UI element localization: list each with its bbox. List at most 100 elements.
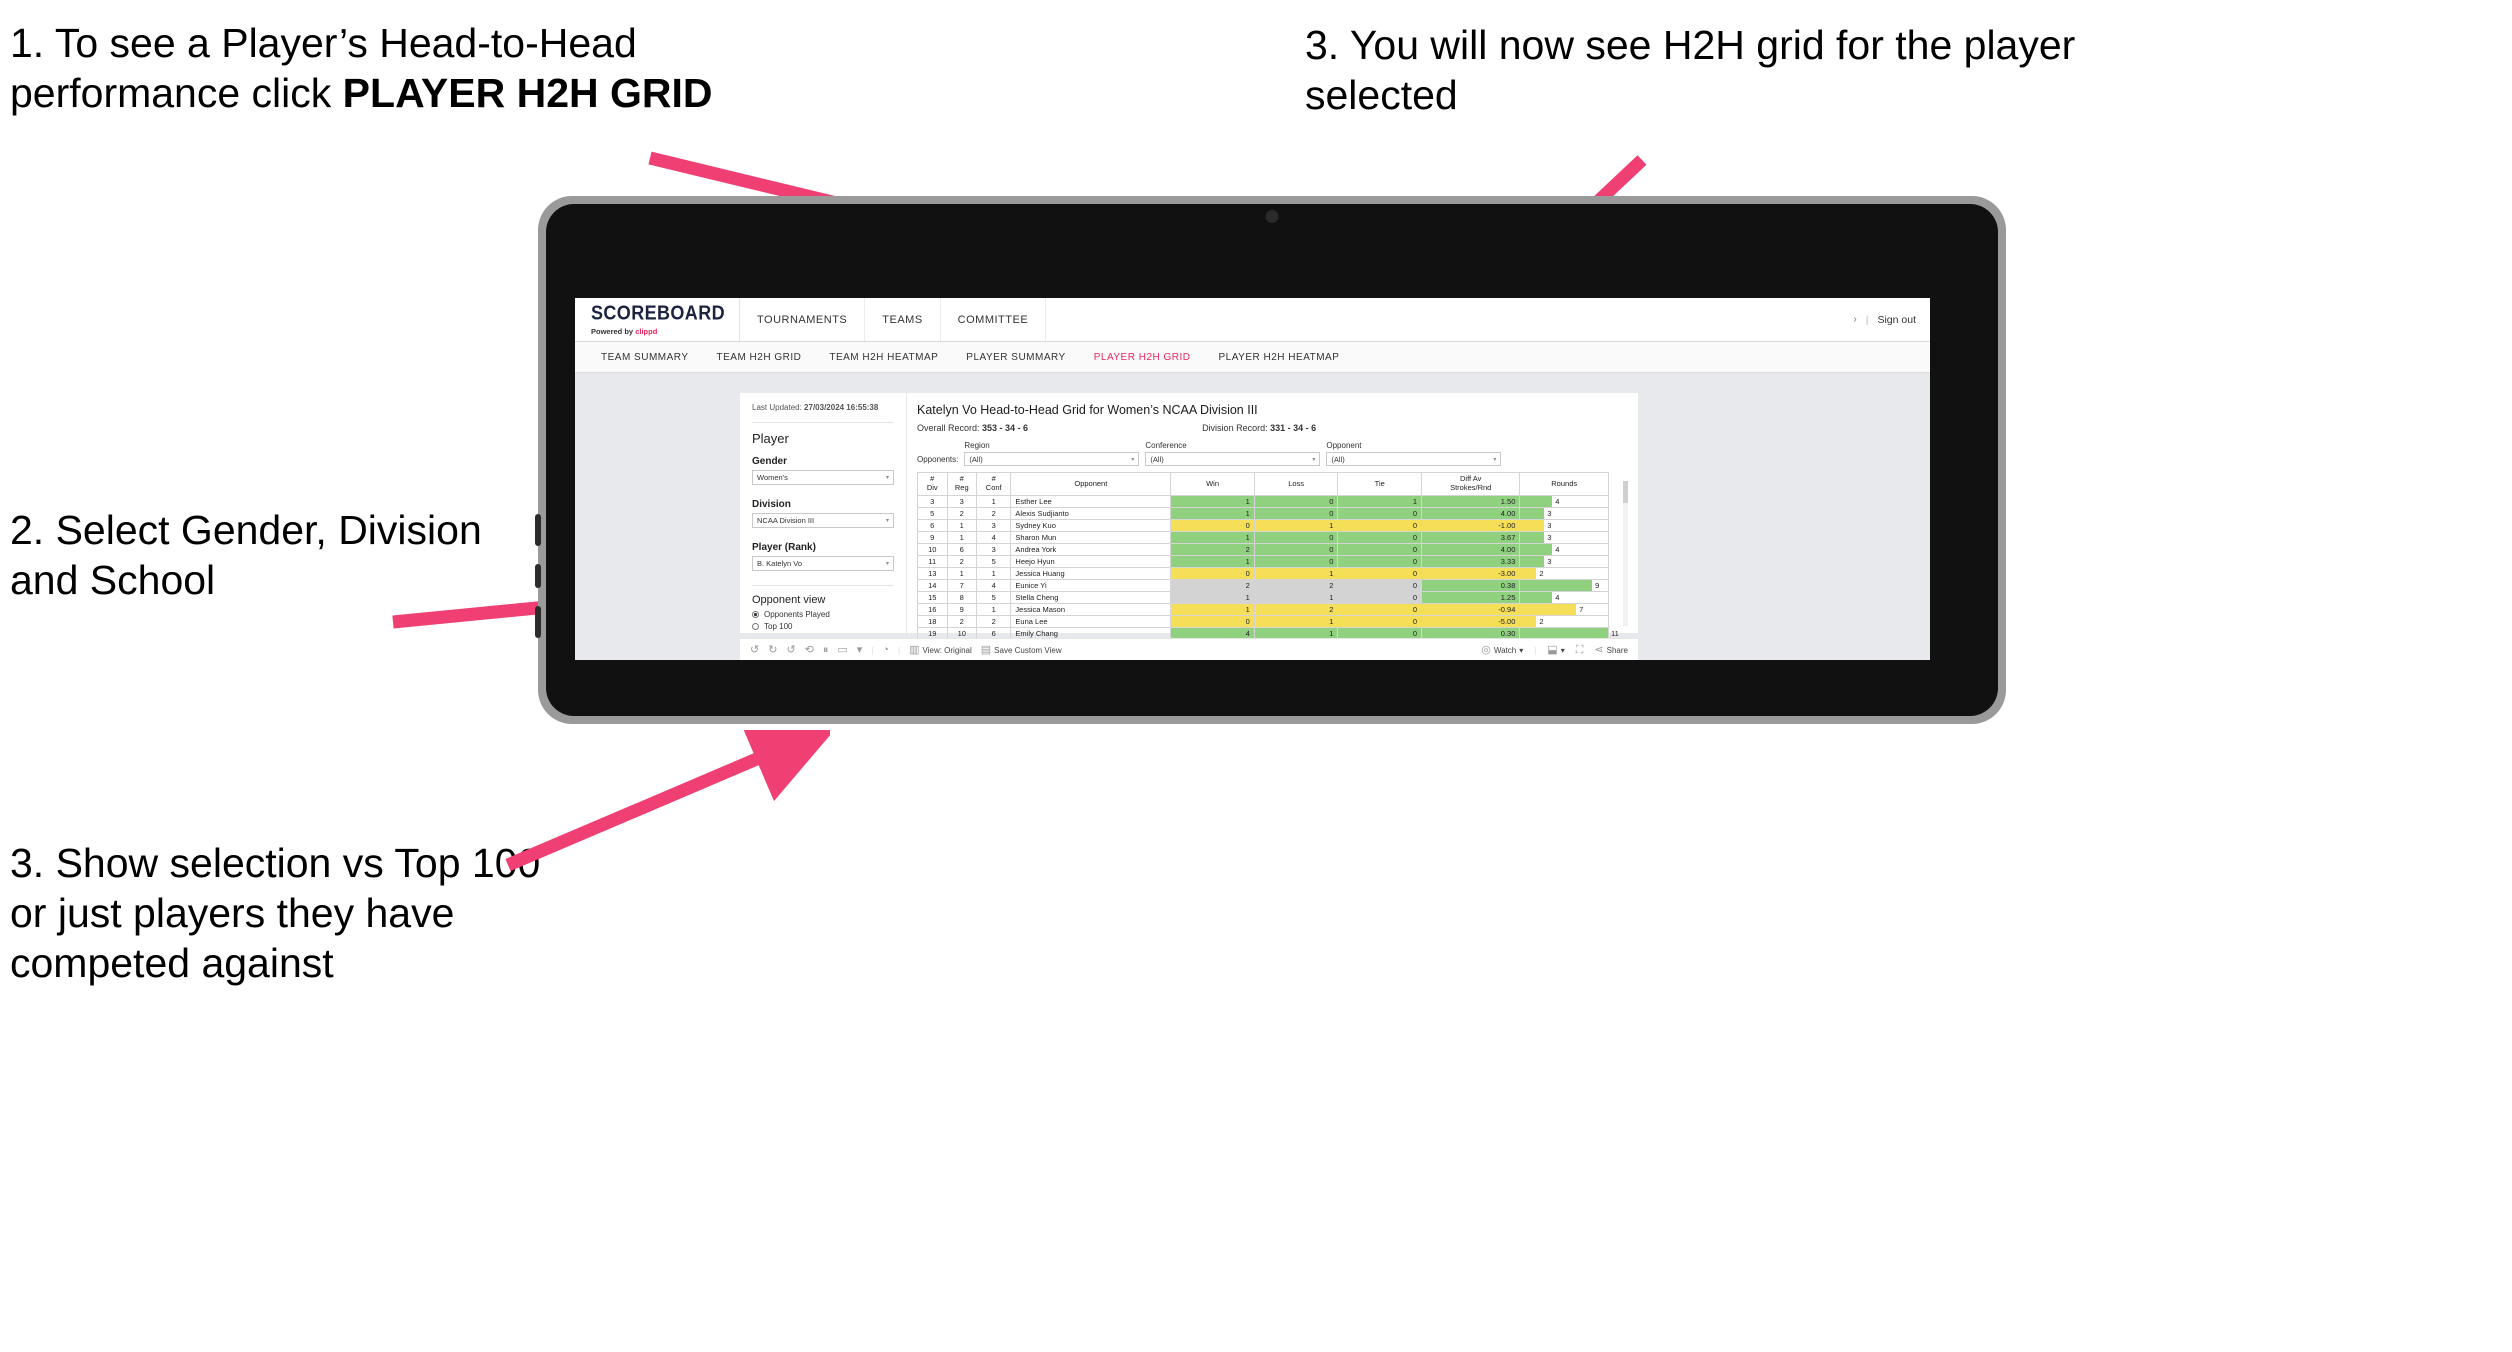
brand-logo[interactable]: SCOREBOARD Powered by clippd — [575, 298, 741, 341]
volume-down-button[interactable] — [535, 564, 541, 588]
col-reg: # Reg — [946, 472, 977, 496]
cell-diff: 4.00 — [1421, 543, 1521, 556]
tab-team-h2h-grid[interactable]: TEAM H2H GRID — [703, 352, 816, 363]
rounds-value: 2 — [1539, 569, 1544, 578]
table-row[interactable]: 5 2 2 Alexis Sudjianto 1 0 0 4.00 3 — [917, 507, 1609, 520]
region-filter: Region (All) ▾ — [964, 441, 1140, 466]
nav-item-tournaments[interactable]: TOURNAMENTS — [740, 298, 866, 341]
cell-div: 6 — [917, 519, 948, 532]
vertical-scrollbar[interactable] — [1623, 481, 1628, 626]
cell-opponent: Stella Cheng — [1010, 591, 1172, 604]
opponent-label: Opponent — [1326, 441, 1362, 450]
cell-opponent: Euna Lee — [1010, 615, 1172, 628]
cell-rounds: 3 — [1519, 555, 1609, 568]
cell-tie: 1 — [1337, 495, 1423, 508]
cell-rounds: 9 — [1519, 579, 1609, 592]
rounds-bar — [1520, 520, 1545, 531]
watch-button[interactable]: ◎ Watch ▾ — [1481, 645, 1523, 656]
overall-record-value: 353 - 34 - 6 — [982, 423, 1029, 433]
cell-conf: 2 — [975, 615, 1012, 628]
alert-icon[interactable]: ◔ — [882, 645, 889, 656]
revert-icon[interactable]: ↺ — [786, 645, 795, 656]
redo-icon[interactable]: ↻ — [768, 645, 777, 656]
opponent-select[interactable]: (All) ▾ — [1326, 452, 1502, 466]
chevron-right-icon[interactable]: › — [1853, 314, 1856, 325]
refresh-icon[interactable]: ⟲ — [805, 645, 814, 656]
download-button[interactable]: ⬓ ▾ — [1547, 645, 1564, 656]
volume-up-button[interactable] — [535, 514, 541, 546]
radio-top-100[interactable]: Top 100 — [752, 622, 894, 631]
conference-select[interactable]: (All) ▾ — [1145, 452, 1321, 466]
power-button[interactable] — [535, 606, 541, 638]
share-button[interactable]: ⋖ Share — [1594, 645, 1628, 656]
undo-icon[interactable]: ↺ — [750, 645, 759, 656]
app-header: SCOREBOARD Powered by clippd TOURNAMENTS… — [575, 298, 1930, 342]
cell-rounds: 7 — [1519, 603, 1609, 616]
chevron-down-icon[interactable]: ▾ — [857, 645, 863, 656]
cell-opponent: Andrea York — [1010, 543, 1172, 556]
division-select[interactable]: NCAA Division III ▾ — [752, 512, 894, 528]
table-row[interactable]: 6 1 3 Sydney Kuo 0 1 0 -1.00 3 — [917, 519, 1609, 532]
nav-item-committee[interactable]: COMMITTEE — [941, 298, 1047, 341]
cell-loss: 2 — [1253, 603, 1339, 616]
cell-rounds: 2 — [1519, 567, 1609, 580]
cell-conf: 3 — [975, 543, 1012, 556]
player-rank-select[interactable]: B. Katelyn Vo ▾ — [752, 555, 894, 571]
cell-tie: 0 — [1337, 567, 1423, 580]
cell-conf: 1 — [975, 567, 1012, 580]
cell-tie: 0 — [1337, 507, 1423, 520]
table-row[interactable]: 18 2 2 Euna Lee 0 1 0 -5.00 2 — [917, 615, 1609, 628]
share-label: Share — [1606, 646, 1628, 655]
col-loss: Loss — [1253, 472, 1339, 496]
radio-button-selected-icon — [752, 610, 759, 618]
cell-loss: 2 — [1253, 579, 1339, 592]
toolbar-divider: | — [898, 646, 901, 655]
cell-opponent: Sharon Mun — [1010, 531, 1172, 544]
gender-select[interactable]: Women's ▾ — [752, 469, 894, 485]
table-row[interactable]: 15 8 5 Stella Cheng 1 1 0 1.25 4 — [917, 591, 1609, 604]
cell-rounds: 3 — [1519, 519, 1609, 532]
cell-diff: 3.33 — [1421, 555, 1521, 568]
cell-div: 11 — [917, 555, 948, 568]
toolbar-divider: | — [1534, 646, 1537, 655]
cell-opponent: Jessica Mason — [1010, 603, 1172, 616]
col-diff: Diff Av Strokes/Rnd — [1421, 472, 1521, 496]
cell-tie: 0 — [1337, 519, 1423, 532]
view-original-label: View: Original — [922, 646, 972, 655]
view-original-button[interactable]: ▥ View: Original — [909, 645, 972, 656]
tab-player-h2h-grid[interactable]: PLAYER H2H GRID — [1080, 352, 1205, 363]
rounds-value: 3 — [1547, 533, 1552, 542]
region-select[interactable]: (All) ▾ — [964, 452, 1140, 466]
table-row[interactable]: 13 1 1 Jessica Huang 0 1 0 -3.00 2 — [917, 567, 1609, 580]
sign-out-link[interactable]: Sign out — [1877, 314, 1916, 326]
tab-player-h2h-heatmap[interactable]: PLAYER H2H HEATMAP — [1205, 352, 1354, 363]
divider — [752, 584, 894, 586]
gender-label: Gender — [752, 455, 788, 467]
player-rank-label: Player (Rank) — [752, 541, 816, 553]
table-row[interactable]: 9 1 4 Sharon Mun 1 0 0 3.67 3 — [917, 531, 1609, 544]
tab-team-summary[interactable]: TEAM SUMMARY — [587, 352, 703, 363]
cell-reg: 1 — [946, 531, 977, 544]
opponent-filter: Opponent (All) ▾ — [1326, 441, 1502, 466]
table-row[interactable]: 3 3 1 Esther Lee 1 0 1 1.50 4 — [917, 495, 1609, 508]
table-row[interactable]: 16 9 1 Jessica Mason 1 2 0 -0.94 7 — [917, 603, 1609, 616]
cell-opponent: Esther Lee — [1010, 495, 1172, 508]
table-row[interactable]: 11 2 5 Heejo Hyun 1 0 0 3.33 3 — [917, 555, 1609, 568]
cell-diff: -5.00 — [1421, 615, 1521, 628]
tab-team-h2h-heatmap[interactable]: TEAM H2H HEATMAP — [815, 352, 952, 363]
save-custom-view-button[interactable]: ▤ Save Custom View — [981, 645, 1062, 656]
nav-item-teams[interactable]: TEAMS — [865, 298, 941, 341]
cell-tie: 0 — [1337, 591, 1423, 604]
tab-player-summary[interactable]: PLAYER SUMMARY — [952, 352, 1079, 363]
conference-value: (All) — [1150, 454, 1164, 464]
pause-icon[interactable]: ⏸ — [823, 645, 829, 656]
cell-win: 1 — [1170, 555, 1255, 568]
cell-reg: 2 — [946, 507, 977, 520]
table-row[interactable]: 10 6 3 Andrea York 2 0 0 4.00 4 — [917, 543, 1609, 556]
scrollbar-thumb[interactable] — [1623, 481, 1628, 503]
table-row[interactable]: 14 7 4 Eunice Yi 2 2 0 0.38 9 — [917, 579, 1609, 592]
fullscreen-icon[interactable]: ⛶ — [1576, 645, 1584, 656]
radio-opponents-played[interactable]: Opponents Played — [752, 610, 894, 619]
highlight-icon[interactable]: ▭ — [837, 645, 847, 656]
front-camera-icon — [1265, 210, 1279, 223]
